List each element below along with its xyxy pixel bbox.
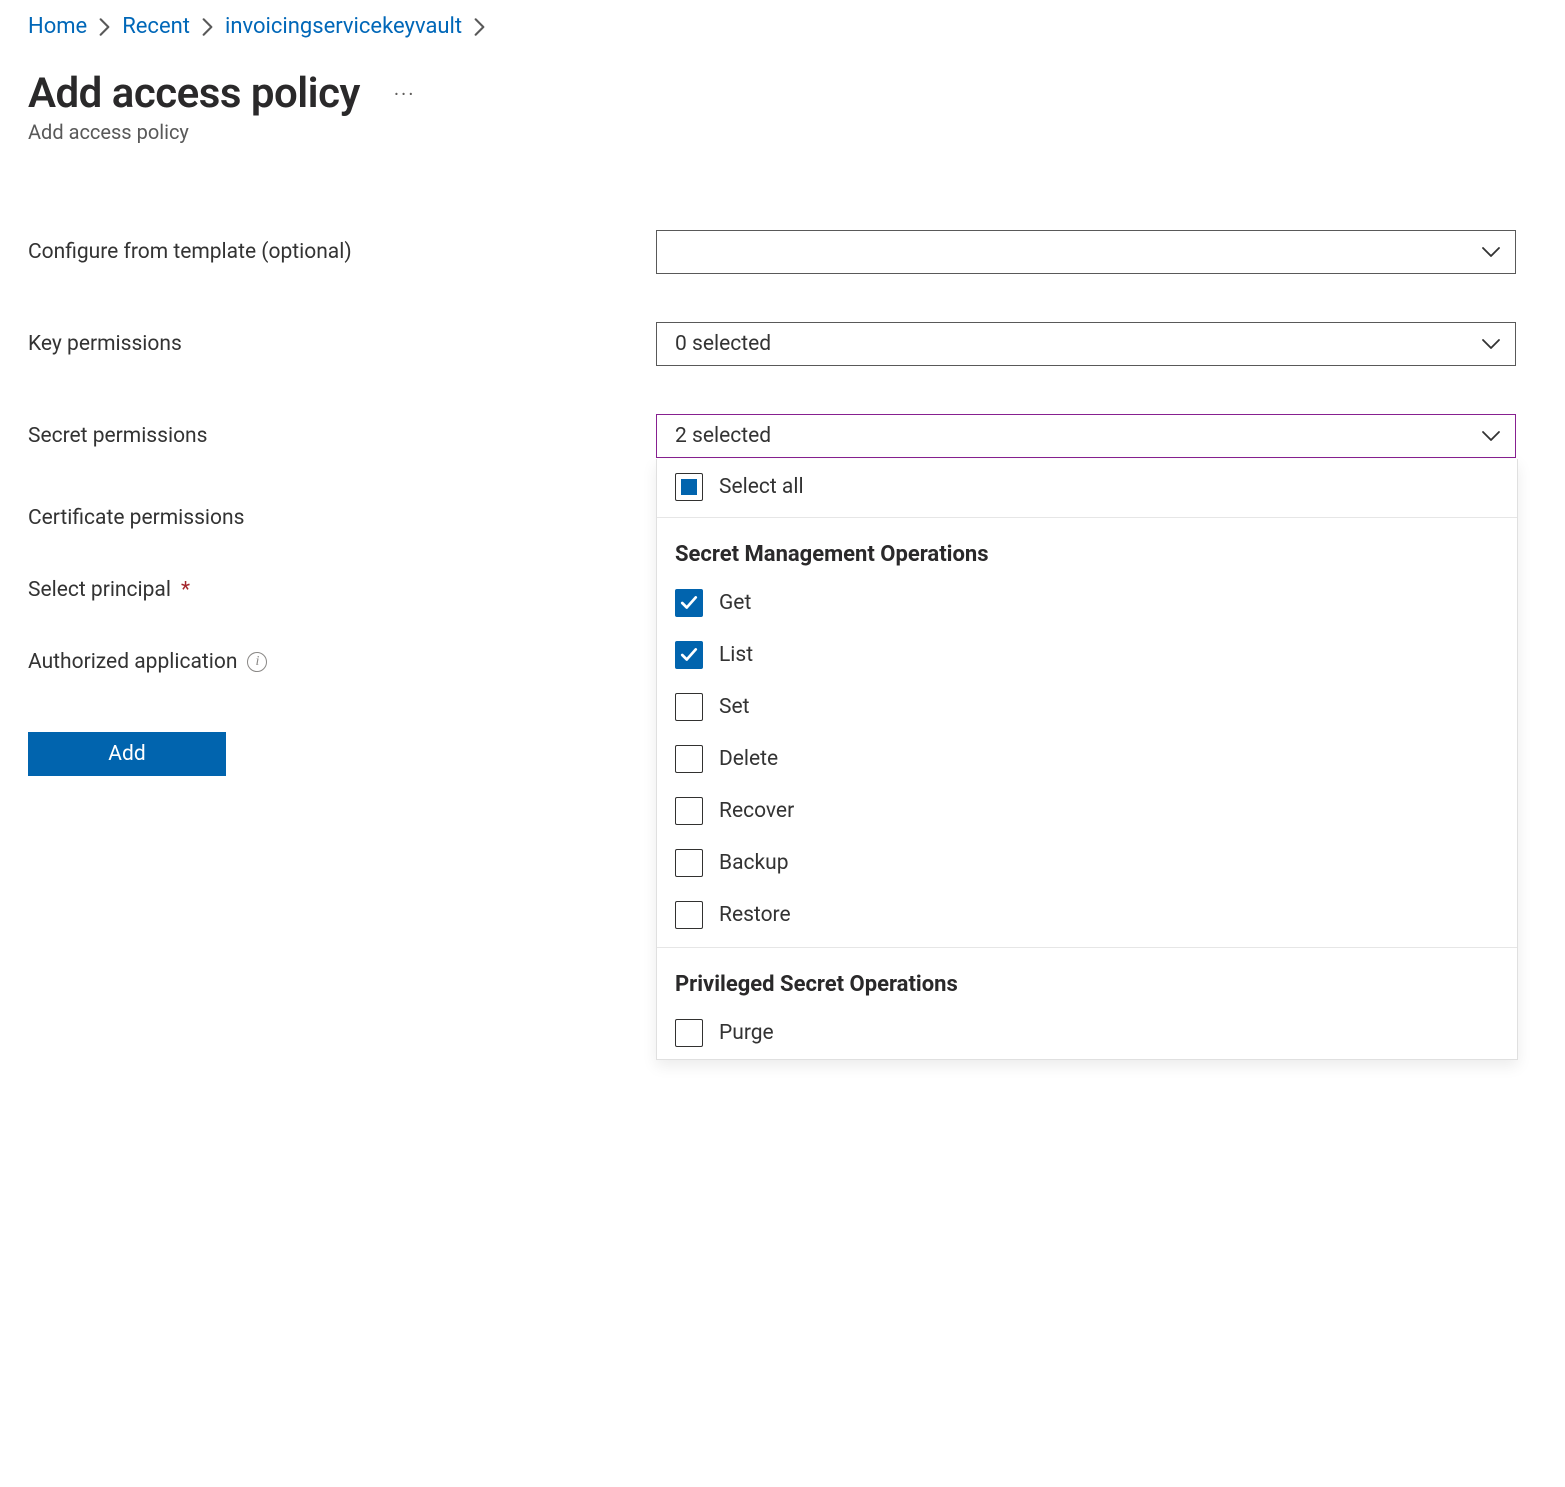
page-title: Add access policy — [28, 69, 360, 118]
breadcrumb: Home Recent invoicingservicekeyvault — [28, 14, 1537, 39]
dropdown-option-label: Set — [719, 695, 749, 719]
chevron-right-icon — [202, 18, 213, 36]
checkbox-unchecked-icon[interactable] — [675, 901, 703, 929]
add-button[interactable]: Add — [28, 732, 226, 776]
checkbox-checked-icon[interactable] — [675, 589, 703, 617]
secret-permissions-select-value: 2 selected — [675, 424, 771, 448]
required-asterisk-icon: * — [181, 578, 190, 602]
dropdown-option-label: Backup — [719, 851, 789, 875]
dropdown-option[interactable]: Purge — [657, 1007, 1517, 1059]
key-permissions-select-value: 0 selected — [675, 332, 771, 356]
dropdown-option[interactable]: Delete — [657, 733, 1517, 785]
secret-permissions-dropdown: Select all Secret Management Operations Ge… — [656, 459, 1518, 1060]
label-select-principal: Select principal * — [28, 578, 656, 602]
checkbox-unchecked-icon[interactable] — [675, 797, 703, 825]
dropdown-option-label: Restore — [719, 903, 791, 927]
dropdown-option-label: List — [719, 643, 753, 667]
select-all-label: Select all — [719, 475, 804, 499]
chevron-down-icon — [1481, 430, 1501, 442]
checkbox-unchecked-icon[interactable] — [675, 849, 703, 877]
chevron-down-icon — [1481, 338, 1501, 350]
chevron-right-icon — [474, 18, 485, 36]
checkbox-unchecked-icon[interactable] — [675, 745, 703, 773]
template-select[interactable] — [656, 230, 1516, 274]
label-select-principal-text: Select principal — [28, 578, 171, 602]
dropdown-option-label: Recover — [719, 799, 794, 823]
breadcrumb-item-keyvault[interactable]: invoicingservicekeyvault — [225, 14, 462, 39]
label-authorized-application: Authorized application i — [28, 650, 656, 674]
dropdown-option[interactable]: Set — [657, 681, 1517, 733]
checkbox-checked-icon[interactable] — [675, 641, 703, 669]
dropdown-option[interactable]: List — [657, 629, 1517, 681]
key-permissions-select[interactable]: 0 selected — [656, 322, 1516, 366]
dropdown-group-title: Privileged Secret Operations — [657, 947, 1517, 1007]
dropdown-option-label: Delete — [719, 747, 778, 771]
checkbox-unchecked-icon[interactable] — [675, 1019, 703, 1047]
more-horizontal-icon[interactable]: ··· — [394, 82, 416, 106]
breadcrumb-item-home[interactable]: Home — [28, 14, 87, 39]
dropdown-option-label: Get — [719, 591, 751, 615]
dropdown-option[interactable]: Get — [657, 577, 1517, 629]
dropdown-option[interactable]: Restore — [657, 889, 1517, 941]
label-secret-permissions: Secret permissions — [28, 424, 656, 448]
checkbox-indeterminate-icon[interactable] — [675, 473, 703, 501]
dropdown-option-label: Purge — [719, 1021, 774, 1045]
info-icon[interactable]: i — [247, 652, 267, 672]
label-template: Configure from template (optional) — [28, 240, 656, 264]
label-certificate-permissions: Certificate permissions — [28, 506, 656, 530]
dropdown-group-title: Secret Management Operations — [657, 518, 1517, 577]
checkbox-unchecked-icon[interactable] — [675, 693, 703, 721]
chevron-right-icon — [99, 18, 110, 36]
dropdown-option[interactable]: Backup — [657, 837, 1517, 889]
secret-permissions-select[interactable]: 2 selected Select allSecret Management O… — [656, 414, 1516, 458]
label-authorized-application-text: Authorized application — [28, 650, 237, 674]
dropdown-option[interactable]: Recover — [657, 785, 1517, 837]
chevron-down-icon — [1481, 246, 1501, 258]
breadcrumb-item-recent[interactable]: Recent — [122, 14, 190, 39]
page-subtitle: Add access policy — [28, 120, 1537, 144]
select-all-option[interactable]: Select all — [657, 459, 1517, 518]
label-key-permissions: Key permissions — [28, 332, 656, 356]
